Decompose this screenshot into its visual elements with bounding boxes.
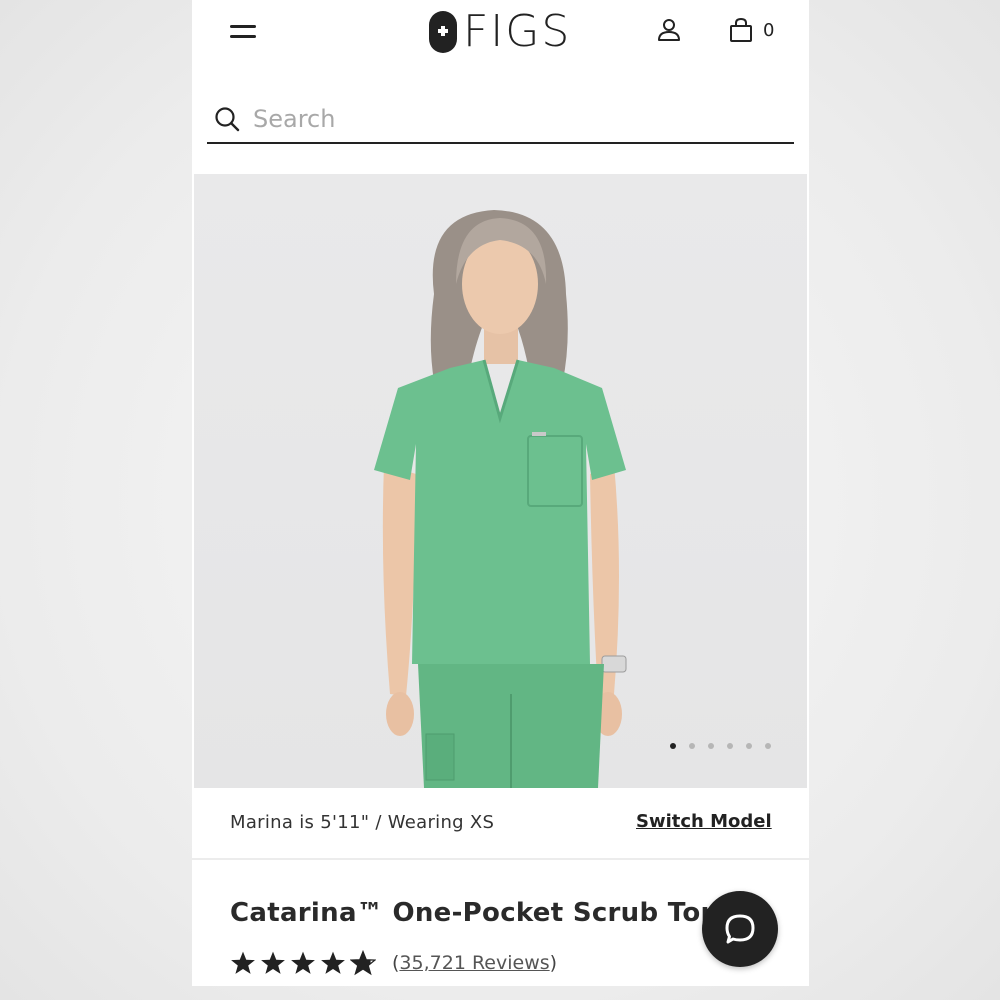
logo-text: FIGS — [463, 6, 572, 57]
cart-count[interactable]: 0 — [763, 20, 774, 41]
carousel-dot[interactable] — [727, 743, 733, 749]
mobile-page: FIGS 0 Search Marina is 5'11" / Wearing … — [192, 0, 809, 986]
menu-button[interactable] — [230, 20, 258, 42]
site-header: FIGS 0 — [192, 0, 809, 70]
carousel-dot[interactable] — [689, 743, 695, 749]
figs-logo-mark — [429, 11, 457, 53]
shopping-bag-icon[interactable] — [729, 17, 753, 43]
user-icon[interactable] — [656, 17, 682, 43]
model-size-info: Marina is 5'11" / Wearing XS — [230, 812, 495, 833]
product-rating: (35,721 Reviews) — [230, 950, 557, 976]
product-title: Catarina™ One-Pocket Scrub Top — [230, 898, 720, 928]
search-bar — [207, 98, 794, 144]
search-input[interactable] — [251, 100, 775, 138]
model-info-bar: Marina is 5'11" / Wearing XS Switch Mode… — [192, 788, 809, 860]
hamburger-icon-top-line — [230, 25, 256, 28]
model-photo — [374, 210, 627, 788]
carousel-dot[interactable] — [765, 743, 771, 749]
product-image[interactable] — [194, 174, 807, 788]
image-carousel-dots — [670, 743, 771, 749]
figs-logo[interactable]: FIGS — [429, 8, 571, 56]
star-icon — [261, 951, 285, 974]
chat-bubble-icon — [725, 914, 755, 944]
reviews-count: (35,721 Reviews) — [392, 952, 557, 974]
carousel-dot[interactable] — [670, 743, 676, 749]
hamburger-icon-bottom-line — [230, 35, 256, 38]
carousel-dot[interactable] — [708, 743, 714, 749]
star-icon — [231, 951, 255, 974]
star-rating[interactable] — [230, 950, 376, 976]
reviews-link[interactable]: 35,721 Reviews — [399, 952, 549, 974]
switch-model-link[interactable]: Switch Model — [636, 811, 772, 832]
carousel-dot[interactable] — [746, 743, 752, 749]
star-icon — [291, 951, 315, 974]
reviews-close-paren: ) — [549, 952, 558, 974]
star-icon — [321, 951, 345, 974]
chat-button[interactable] — [702, 891, 778, 967]
star-half-icon — [350, 950, 376, 976]
search-icon[interactable] — [214, 106, 240, 132]
